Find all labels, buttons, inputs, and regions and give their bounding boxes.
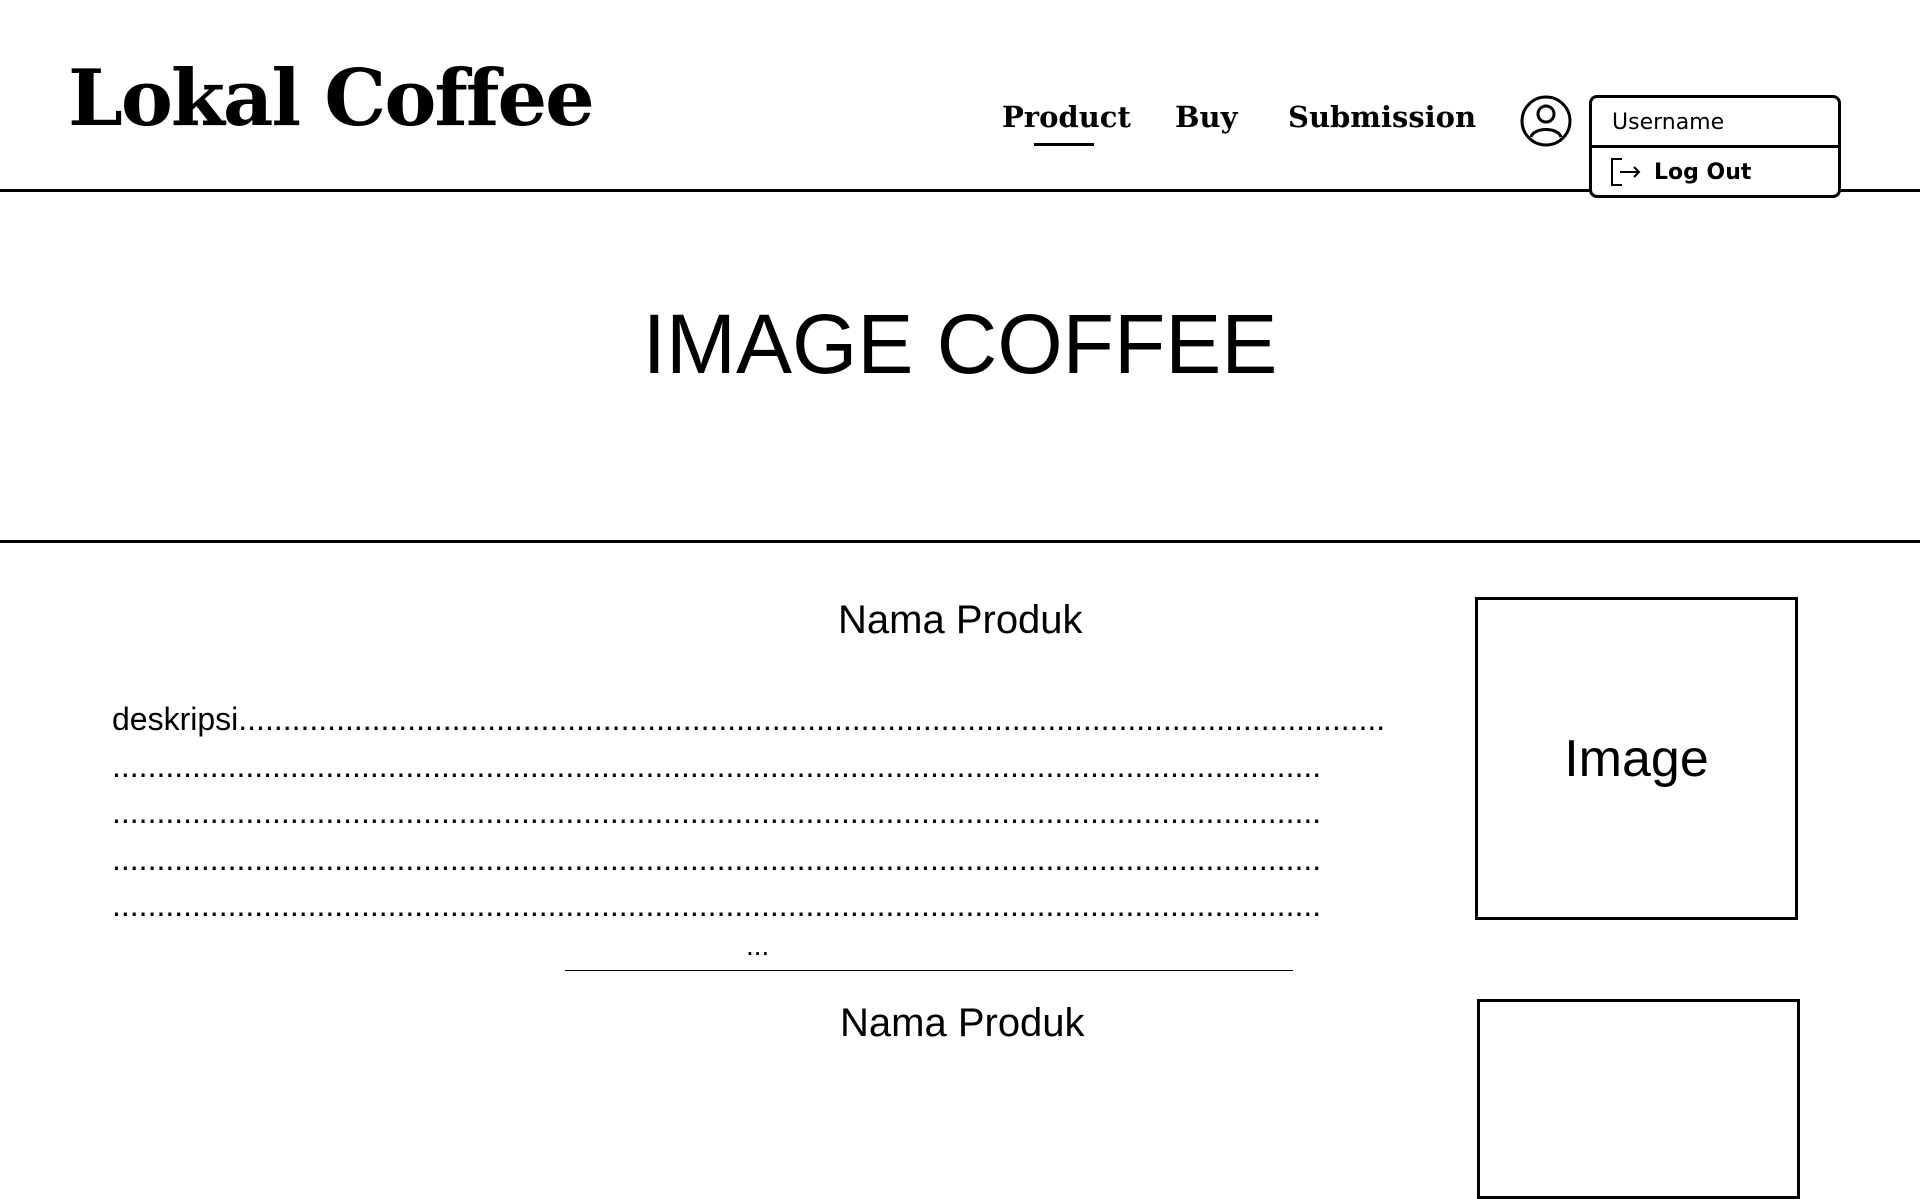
nav-buy[interactable]: Buy xyxy=(1175,103,1237,132)
site-header: Lokal Coffee Product Buy Submission User… xyxy=(0,0,1920,198)
hero-banner: IMAGE COFFEE xyxy=(0,192,1920,543)
dropdown-username: Username xyxy=(1592,98,1838,148)
product-image-label: Image xyxy=(1564,730,1709,788)
product-divider xyxy=(565,970,1293,971)
read-more-link[interactable]: ... xyxy=(746,932,769,960)
nav-product[interactable]: Product xyxy=(1002,103,1131,132)
logout-label: Log Out xyxy=(1654,160,1752,185)
user-circle-icon[interactable] xyxy=(1520,95,1572,147)
user-dropdown-menu: Username Log Out xyxy=(1589,95,1841,198)
nav-submission[interactable]: Submission xyxy=(1288,103,1476,132)
nav-active-indicator xyxy=(1034,143,1094,146)
logout-button[interactable]: Log Out xyxy=(1592,148,1838,198)
logout-icon xyxy=(1608,156,1642,188)
site-logo[interactable]: Lokal Coffee xyxy=(68,60,595,138)
product-image[interactable] xyxy=(1477,999,1800,1199)
product-image[interactable]: Image xyxy=(1475,597,1798,920)
product-description: deskripsi...............................… xyxy=(112,701,1386,923)
product-title[interactable]: Nama Produk xyxy=(840,1003,1085,1043)
product-title[interactable]: Nama Produk xyxy=(838,600,1083,640)
hero-image-placeholder: IMAGE COFFEE xyxy=(642,297,1278,391)
